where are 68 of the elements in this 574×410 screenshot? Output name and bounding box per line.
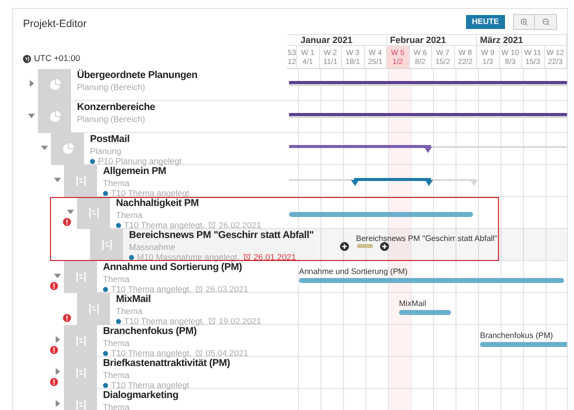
item-title[interactable]: Branchenfokus (PM) <box>103 326 248 338</box>
item-type: Thema <box>116 210 144 220</box>
status-text: T10 Thema angelegt <box>111 188 190 198</box>
item-type: Massnahme <box>129 242 176 252</box>
zoom-out-button[interactable] <box>535 14 556 28</box>
caret-right-icon[interactable] <box>28 80 35 87</box>
status-text: T10 Thema angelegt, <box>124 220 205 230</box>
item-title[interactable]: Briefkastenattraktivität (PM) <box>103 358 230 370</box>
chart-pie-icon <box>38 69 71 101</box>
milestone-icon <box>470 180 478 186</box>
due-date: 26.03.2021 <box>206 284 248 294</box>
bar-label: Bereichsnews PM "Geschirr statt Abfall" <box>356 234 498 243</box>
item-title[interactable]: MixMail <box>116 294 262 306</box>
zoom-in-icon <box>520 18 528 26</box>
caret-down-icon[interactable] <box>54 176 61 183</box>
hierarchy-icon <box>64 261 97 293</box>
item-type: Thema <box>116 306 144 316</box>
planning-bar[interactable] <box>289 81 567 86</box>
status-text: P10 Planung angelegt <box>98 156 182 166</box>
due-date: 26.02.2021 <box>218 220 262 230</box>
caret-down-icon[interactable] <box>28 112 35 119</box>
window-title: Projekt-Editor <box>23 17 88 32</box>
caret-down-icon[interactable] <box>67 208 74 215</box>
bar-label: Branchenfokus (PM) <box>480 331 553 340</box>
item-type: Thema <box>103 402 130 410</box>
globe-icon <box>23 54 31 63</box>
item-title[interactable]: PostMail <box>90 134 182 146</box>
caret-down-icon[interactable] <box>41 144 48 151</box>
caret-right-icon[interactable] <box>54 336 61 343</box>
due-date: 26.01.2021 <box>254 252 296 262</box>
status-text: T10 Thema angelegt, <box>124 316 205 326</box>
bar-label: Annahme und Sortierung (PM) <box>299 267 408 276</box>
status-text: M10 Massnahme angelegt, <box>137 252 240 262</box>
month-label: März 2021 <box>477 35 567 45</box>
item-type: Thema <box>103 178 130 188</box>
caret-right-icon[interactable] <box>54 400 61 407</box>
hierarchy-icon <box>64 165 97 197</box>
item-type: Planung (Bereich) <box>77 82 146 92</box>
due-date: 05.04.2021 <box>206 348 248 358</box>
caret-right-icon[interactable] <box>54 368 61 375</box>
item-title[interactable]: Annahme und Sortierung (PM) <box>103 262 248 274</box>
zoom-out-icon <box>542 18 550 26</box>
caret-down-icon[interactable] <box>54 272 61 279</box>
add-icon[interactable] <box>340 242 349 251</box>
item-type: Thema <box>103 338 130 348</box>
item-type: Planung (Bereich) <box>77 114 146 124</box>
hierarchy-icon <box>77 197 110 229</box>
item-type: Thema <box>103 274 130 284</box>
item-title[interactable]: Konzernbereiche <box>77 102 156 114</box>
item-title[interactable]: Nachhaltigkeit PM <box>116 198 262 210</box>
item-title[interactable]: Übergeordnete Planungen <box>77 70 198 82</box>
item-type: Thema <box>103 370 130 380</box>
planning-bar[interactable] <box>289 113 567 118</box>
timezone-label: UTC +01:00 <box>34 52 80 65</box>
month-label: Februar 2021 <box>387 35 477 45</box>
zoom-in-button[interactable] <box>514 14 535 28</box>
month-label: Januar 2021 <box>286 35 387 45</box>
item-type: Planung <box>90 146 122 156</box>
item-title[interactable]: Allgemein PM <box>103 166 190 178</box>
status-text: T10 Thema angelegt, <box>111 284 192 294</box>
item-title[interactable]: Bereichsnews PM "Geschirr statt Abfall" <box>129 230 314 242</box>
status-text: T10 Thema angelegt <box>111 380 190 390</box>
bar-label: MixMail <box>399 299 426 308</box>
item-title[interactable]: Dialogmarketing <box>103 390 178 402</box>
today-button[interactable]: HEUTE <box>466 14 505 28</box>
status-text: T10 Thema angelegt, <box>111 348 192 358</box>
add-icon[interactable] <box>380 242 389 251</box>
due-date: 19.02.2021 <box>218 316 262 326</box>
